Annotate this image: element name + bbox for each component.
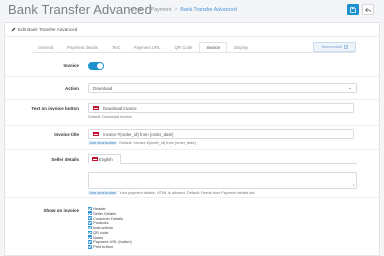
breadcrumb-home[interactable]: Home bbox=[128, 7, 142, 13]
invoice-title-input[interactable]: Invoice #{order_id} from {order_date} bbox=[88, 129, 354, 139]
divider bbox=[5, 149, 379, 150]
seller-details-textarea[interactable]: ↘ bbox=[88, 172, 357, 189]
tab-text[interactable]: Text bbox=[105, 42, 127, 52]
language-tab-label: English bbox=[99, 156, 113, 162]
view-invoice-button[interactable]: View invoice bbox=[313, 42, 356, 52]
invoice-label: Invoice bbox=[63, 63, 79, 68]
reply-icon bbox=[365, 7, 371, 12]
divider bbox=[5, 76, 379, 77]
edit-panel: Edit Bank Transfer Advanced General Paym… bbox=[4, 22, 380, 256]
breadcrumb-current[interactable]: Bank Transfer Advanced bbox=[180, 7, 237, 13]
seller-details-label: Seller details bbox=[51, 157, 79, 162]
divider bbox=[5, 197, 379, 198]
resize-handle-icon[interactable]: ↘ bbox=[352, 183, 355, 187]
invoice-button-value: Download invoice bbox=[103, 105, 137, 111]
invoice-title-value: Invoice #{order_id} from {order_date} bbox=[103, 131, 174, 137]
seller-details-help: Use shortcodes Your payment details, HTML… bbox=[88, 191, 255, 195]
external-link-icon bbox=[343, 45, 348, 49]
invoice-toggle[interactable] bbox=[88, 62, 104, 70]
panel-heading-text: Edit Bank Transfer Advanced bbox=[18, 27, 78, 32]
breadcrumb-payment[interactable]: Payment bbox=[151, 7, 171, 13]
tab-qr-code[interactable]: QR Code bbox=[168, 42, 200, 52]
language-tab-line bbox=[88, 163, 357, 164]
shortcodes-badge[interactable]: Use shortcodes bbox=[88, 141, 118, 145]
tab-bar: General Payment details Text Payment URL… bbox=[31, 42, 255, 52]
uk-flag-icon bbox=[93, 132, 99, 136]
save-button[interactable] bbox=[347, 4, 359, 15]
view-invoice-label: View invoice bbox=[321, 45, 343, 49]
action-label: Action bbox=[65, 85, 79, 91]
chevron-down-icon: ⌄ bbox=[347, 85, 352, 91]
action-select-value: Download bbox=[93, 85, 113, 91]
invoice-button-help: Default: Download invoice bbox=[88, 115, 132, 119]
tabs-divider bbox=[31, 52, 355, 53]
tab-invoice[interactable]: Invoice bbox=[199, 42, 228, 52]
shortcodes-badge[interactable]: Use shortcodes bbox=[88, 191, 118, 195]
uk-flag-icon bbox=[92, 157, 98, 161]
invoice-title-help-text: Default: Invoice #{order_id} from {order… bbox=[119, 141, 196, 145]
show-on-invoice-label: Show on invoice bbox=[43, 208, 79, 213]
uk-flag-icon bbox=[93, 106, 99, 110]
invoice-title-help: Use shortcodes Default: Invoice #{order_i… bbox=[88, 141, 196, 145]
tab-display[interactable]: Display bbox=[227, 42, 255, 52]
tab-general[interactable]: General bbox=[31, 42, 60, 52]
checkbox-print-button[interactable]: Print button bbox=[88, 244, 132, 249]
breadcrumb: Home > Payment > Bank Transfer Advanced bbox=[128, 7, 237, 13]
action-select[interactable]: Download ⌄ bbox=[88, 83, 357, 93]
save-icon bbox=[350, 6, 356, 13]
page-header: Bank Transfer Advanced Home > Payment > Bank… bbox=[0, 0, 384, 20]
invoice-button-input[interactable]: Download invoice bbox=[88, 103, 354, 113]
pencil-icon bbox=[11, 27, 16, 32]
back-button[interactable] bbox=[362, 4, 374, 15]
tab-payment-url[interactable]: Payment URL bbox=[127, 42, 168, 52]
divider bbox=[5, 99, 379, 100]
seller-details-help-text: Your payment details, HTML is allowed. D… bbox=[119, 191, 255, 195]
invoice-title-label: Invoice title bbox=[54, 131, 79, 137]
checkbox-label: Print button bbox=[93, 244, 113, 250]
language-tab-english[interactable]: English bbox=[88, 154, 121, 164]
divider bbox=[5, 125, 379, 126]
tab-payment-details[interactable]: Payment details bbox=[60, 42, 105, 52]
panel-heading: Edit Bank Transfer Advanced bbox=[5, 23, 379, 37]
invoice-button-label: Text on invoice button bbox=[31, 105, 79, 111]
show-on-invoice-checklist: Header Seller Details Customer Details P… bbox=[88, 206, 132, 249]
